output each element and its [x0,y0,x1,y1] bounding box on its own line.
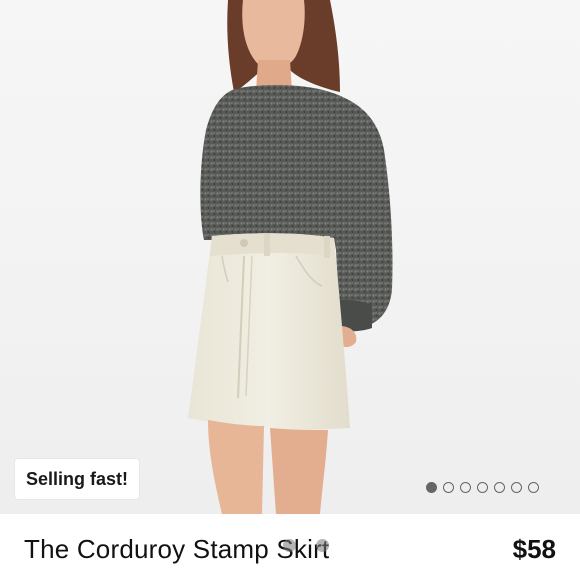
pager-dot-1[interactable] [426,481,437,493]
swipe-indicator-right [316,539,329,552]
pager-dot-6[interactable] [511,481,522,493]
image-pager[interactable] [426,480,539,494]
product-card[interactable]: Selling fast! The Corduroy Stamp Skirt $… [0,0,580,580]
product-price: $58 [512,534,556,564]
swipe-indicator-left [283,539,296,552]
pager-dot-5[interactable] [494,481,505,493]
pager-dot-4[interactable] [477,481,488,493]
product-info-bar[interactable]: The Corduroy Stamp Skirt $58 [0,514,580,580]
pager-dot-2[interactable] [443,481,454,493]
model-illustration [188,0,393,514]
badge-label: Selling fast! [26,468,129,489]
pager-dot-3[interactable] [460,481,471,493]
selling-fast-badge: Selling fast! [15,459,140,499]
pager-dot-7[interactable] [528,481,539,493]
product-photo[interactable]: Selling fast! [0,0,580,514]
